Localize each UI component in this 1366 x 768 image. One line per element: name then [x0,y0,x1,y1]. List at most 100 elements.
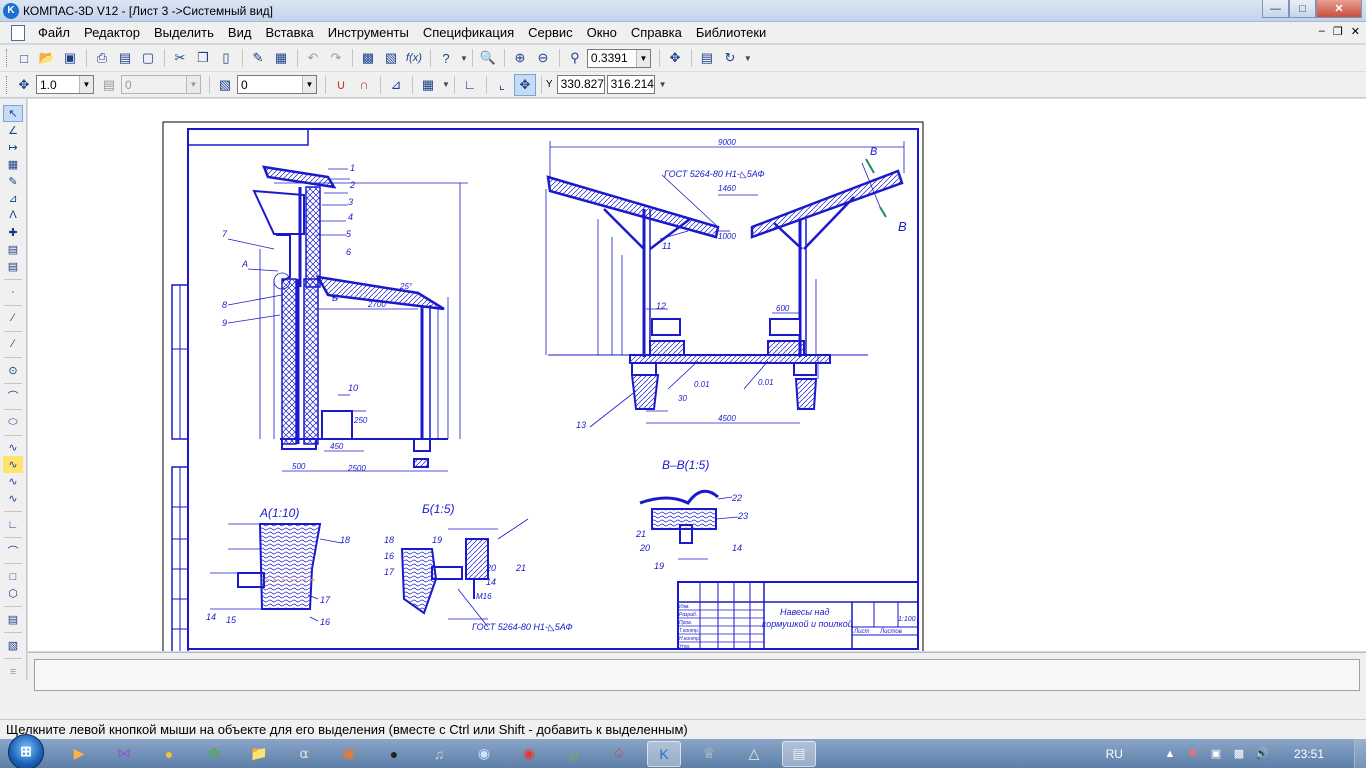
doc-close-button[interactable]: ✕ [1351,25,1360,38]
copy-icon[interactable]: ❐ [192,47,214,69]
menu-insert[interactable]: Вставка [258,22,320,44]
layer-icon[interactable]: ▤ [98,74,120,96]
menu-edit[interactable]: Редактор [77,22,147,44]
print-preview-icon[interactable]: ▤ [114,47,136,69]
menu-help[interactable]: Справка [624,22,689,44]
tray-arrow-icon[interactable]: ▲ [1163,748,1177,760]
nurbs-icon[interactable]: ∿ [3,473,23,490]
chevron-down-icon[interactable]: ▼ [302,76,316,93]
hatch-icon[interactable]: ▤ [3,611,23,628]
network-error-icon[interactable]: ✖ [1186,747,1200,760]
tray-device-icon[interactable]: ▣ [1209,747,1223,760]
menu-specification[interactable]: Спецификация [416,22,521,44]
start-button[interactable]: ⊞ [8,733,44,768]
ortho-icon[interactable]: ⊿ [385,74,407,96]
regenerate-icon[interactable]: ↻ [719,47,741,69]
menu-service[interactable]: Сервис [521,22,580,44]
toolbar-grip[interactable] [6,49,9,67]
menu-window[interactable]: Окно [580,22,624,44]
properties-panel-body[interactable] [34,659,1360,691]
geometry-icon[interactable]: ∠ [3,122,23,139]
polygon-icon[interactable]: ⬡ [3,585,23,602]
k-app-icon[interactable]: ▣ [332,741,366,767]
title-bar[interactable]: K КОМПАС-3D V12 - [Лист 3 ->Системный ви… [0,0,1366,22]
properties-brush-icon[interactable]: ✎ [247,47,269,69]
window-task-icon[interactable]: ▤ [782,740,816,767]
media-player-icon[interactable]: ▶ [62,741,96,767]
toolbar-overflow-icon[interactable]: ▼ [744,54,752,63]
utorrent-icon[interactable]: μ [557,741,591,767]
grid-dropdown-icon[interactable]: ▼ [442,80,450,89]
chevron-down-icon[interactable]: ▼ [635,49,650,67]
layer-combo[interactable]: 0 ▼ [121,75,201,94]
language-indicator[interactable]: RU [1106,747,1123,761]
acrobat-icon[interactable]: ♤ [602,741,636,767]
local-snap-icon[interactable]: ∩ [353,74,375,96]
toolbar-overflow-icon[interactable]: ▼ [659,80,667,89]
toolbar-grip[interactable] [6,75,9,94]
library-manager-icon[interactable]: ▧ [380,47,402,69]
ellipse-icon[interactable]: ⬭ [3,414,23,431]
preview-icon[interactable]: ▢ [137,47,159,69]
parametrize-icon[interactable]: ⊿ [3,190,23,207]
menu-select[interactable]: Выделить [147,22,221,44]
toolbar-overflow-icon[interactable]: ▼ [460,54,468,63]
zoom-out-icon[interactable]: ⊖ [532,47,554,69]
menu-view[interactable]: Вид [221,22,259,44]
orthogonal-mode-icon[interactable]: ⌞ [491,74,513,96]
explorer-icon[interactable]: 📁 [242,741,276,767]
round-coords-icon[interactable]: ✥ [513,73,536,96]
layers-icon[interactable]: ▧ [214,74,236,96]
rectangle-icon[interactable]: □ [3,568,23,585]
paste-icon[interactable]: ▯ [215,47,237,69]
show-desktop-button[interactable] [1354,739,1366,768]
coord-y-field[interactable]: 316.214 [606,75,655,94]
segment-icon[interactable]: ∕ [3,336,23,353]
clock[interactable]: 23:51 [1294,747,1324,761]
chrome-icon[interactable]: ● [152,741,186,767]
spec-icon[interactable]: ▤ [3,258,23,275]
arc-icon[interactable]: ⌒ [3,388,23,405]
bezier-icon[interactable]: ∿ [3,490,23,507]
document-icon[interactable] [11,24,25,41]
doc-minimize-button[interactable]: – [1319,25,1325,38]
undo-icon[interactable]: ↶ [302,47,324,69]
zoom-in-icon[interactable]: ⊕ [509,47,531,69]
circle-icon[interactable]: ⊙ [3,362,23,379]
fill-icon[interactable]: ▧ [3,637,23,654]
chevron-down-icon[interactable]: ▼ [186,76,200,93]
print-icon[interactable]: ⎙ [91,47,113,69]
step-combo[interactable]: 1.0 ▼ [36,75,94,94]
designations-icon[interactable]: ▦ [3,156,23,173]
associative-views-icon[interactable]: ▤ [3,241,23,258]
chevron-down-icon[interactable]: ▼ [79,76,93,93]
cursor-step-icon[interactable]: ✥ [13,74,35,96]
polyline-icon[interactable]: ∿ [3,456,23,474]
help-pointer-icon[interactable]: ? [435,47,457,69]
red-app-icon[interactable]: ◉ [512,741,546,767]
save-icon[interactable]: ▣ [59,47,81,69]
black-app-icon[interactable]: ● [377,741,411,767]
close-button[interactable]: ✕ [1316,0,1362,18]
open-folder-icon[interactable]: 📂 [36,47,58,69]
snap-magnet-icon[interactable]: ∪ [330,74,352,96]
measure-icon[interactable]: Λ [3,207,23,224]
style-combo[interactable]: 0 ▼ [237,75,317,94]
doc-restore-button[interactable]: ❐ [1333,25,1343,38]
coord-x-field[interactable]: 330.827 [556,75,605,94]
menu-libraries[interactable]: Библиотеки [689,22,773,44]
chamfer-icon[interactable]: ∟ [3,516,23,533]
function-icon[interactable]: f(x) [403,47,425,69]
stroke-app-icon[interactable]: ⍺ [287,741,321,767]
cut-icon[interactable]: ✂ [169,47,191,69]
volume-icon[interactable]: 🔊 [1255,747,1269,760]
signal-icon[interactable]: ▩ [1232,747,1246,760]
spline-icon[interactable]: ∿ [3,440,23,457]
point-icon[interactable]: · [3,284,23,301]
redo-icon[interactable]: ↷ [325,47,347,69]
variables-icon[interactable]: ▩ [357,47,379,69]
local-cs-icon[interactable]: ∟ [459,74,481,96]
manager-icon[interactable]: ▦ [270,47,292,69]
maximize-button[interactable]: □ [1289,0,1316,18]
contour-icon[interactable]: ≡ [3,663,23,680]
